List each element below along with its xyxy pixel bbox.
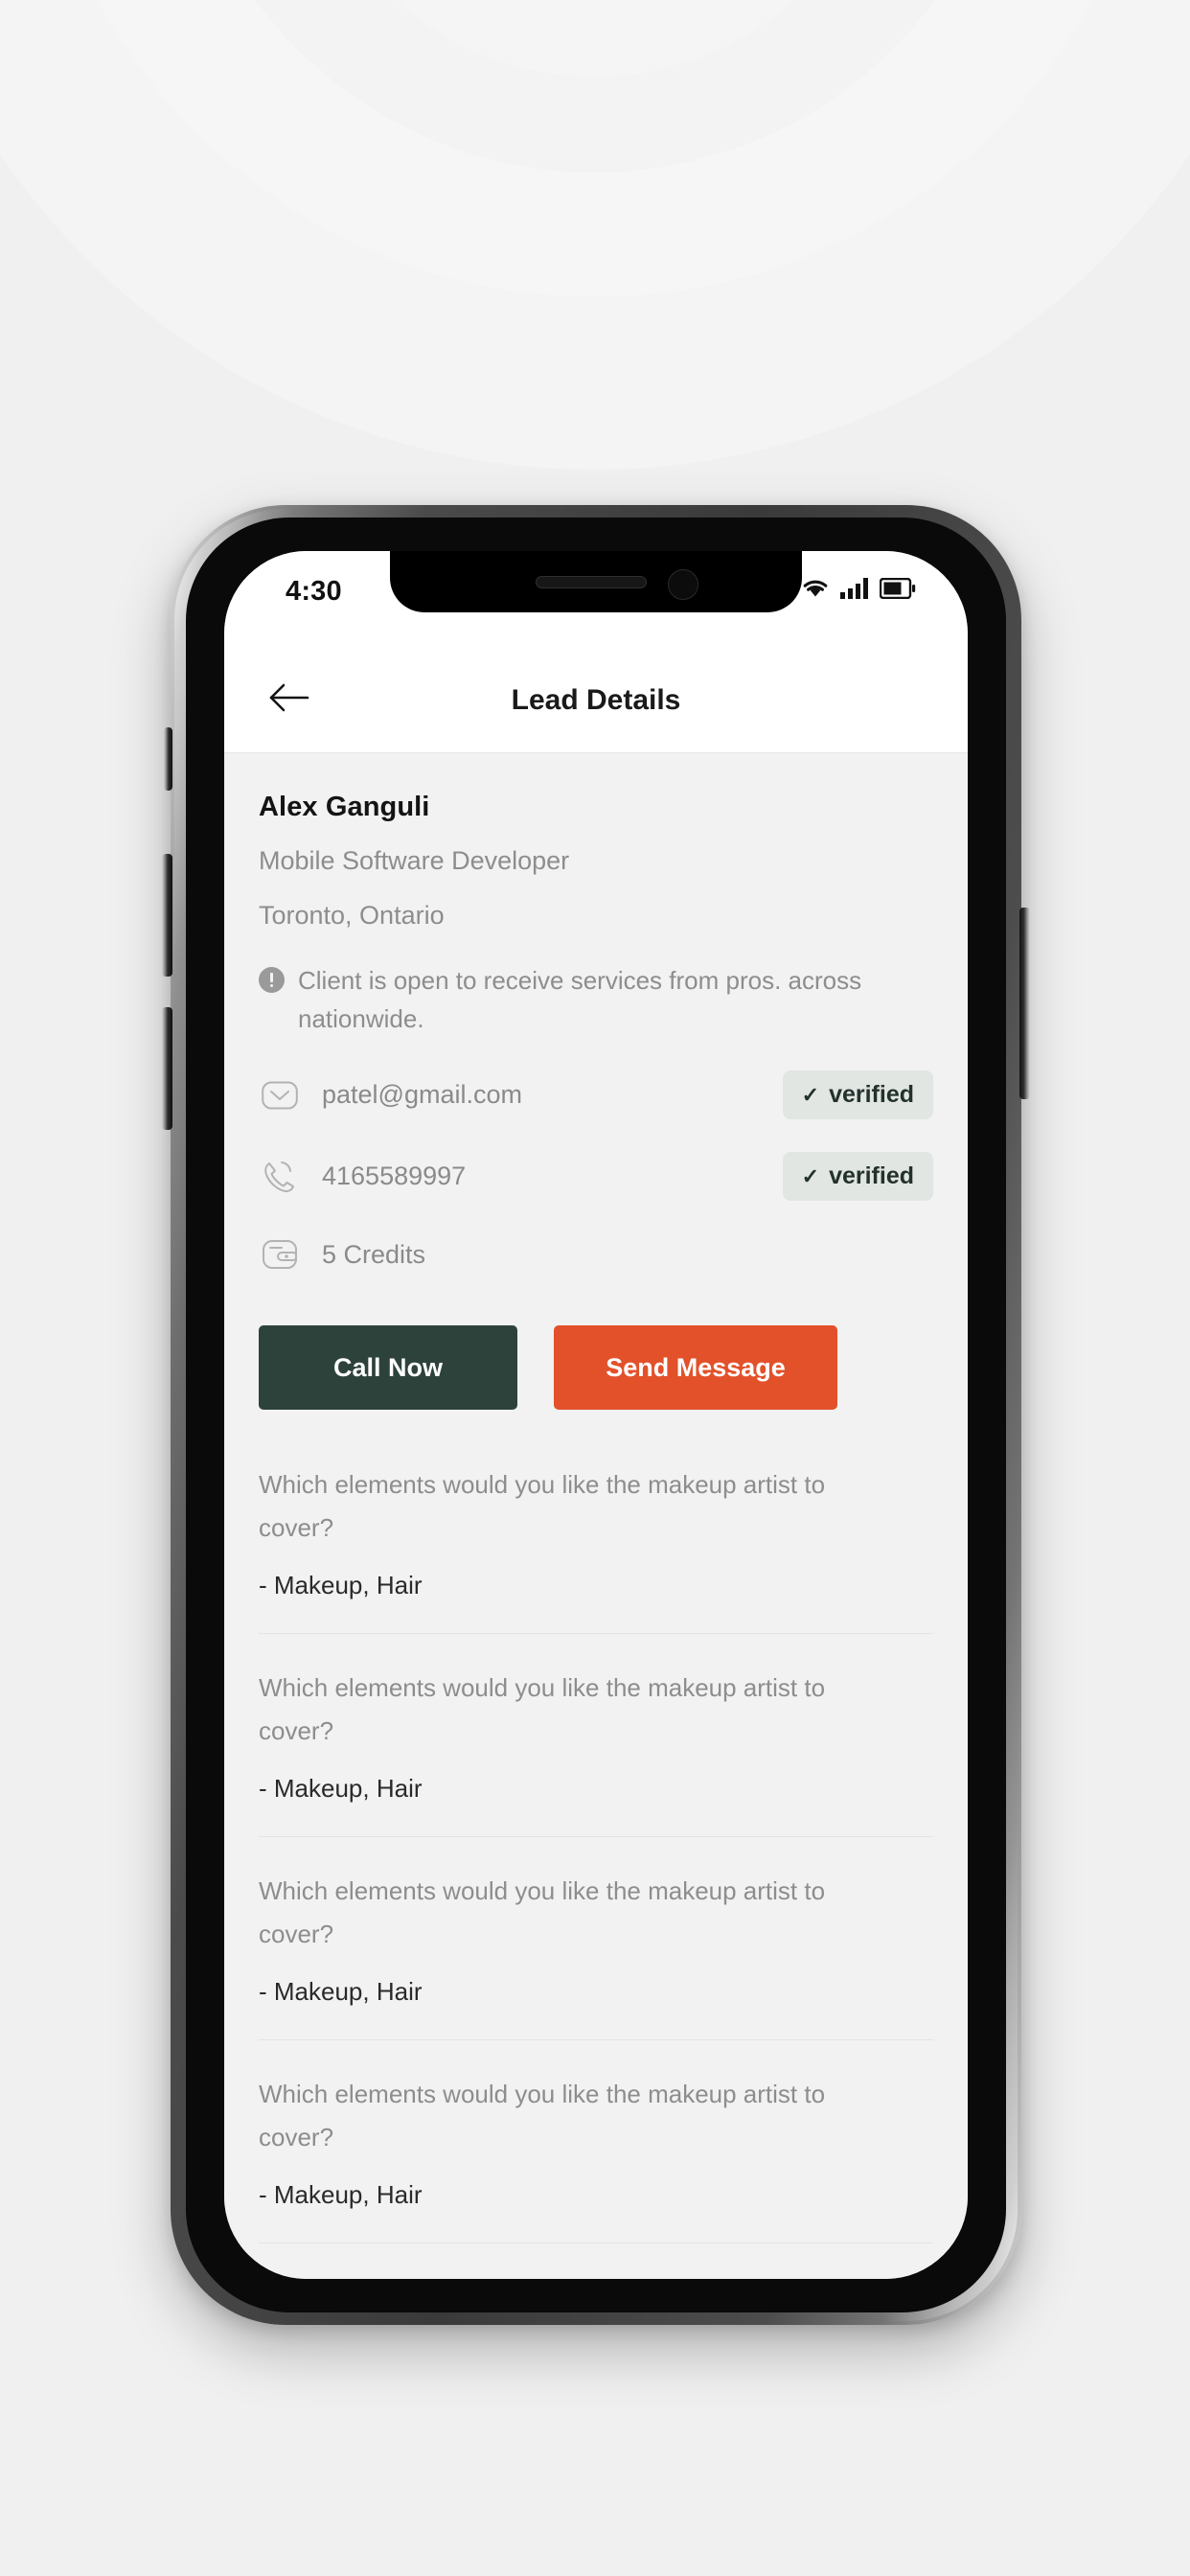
wallet-icon	[259, 1233, 301, 1276]
lead-name: Alex Ganguli	[259, 792, 430, 822]
app-header: Lead Details	[224, 648, 968, 753]
list-item: Which elements would you like the makeup…	[224, 1463, 968, 1634]
phone-screen: 4:30 Lead Details Alex Ganguli Mobile So…	[224, 551, 968, 2279]
status-bar-icons	[801, 577, 916, 605]
envelope-icon	[259, 1074, 301, 1116]
contact-phone-value: 4165589997	[322, 1162, 467, 1190]
list-item: Which elements would you like the makeup…	[224, 1634, 968, 1837]
phone-notch	[390, 551, 802, 612]
answer-text: - Makeup, Hair	[259, 1774, 423, 1803]
contact-email-value: patel@gmail.com	[322, 1080, 522, 1109]
questions-list: Which elements would you like the makeup…	[224, 1410, 968, 2243]
action-buttons: Call Now Send Message	[259, 1276, 933, 1410]
status-bar-time: 4:30	[286, 576, 342, 607]
phone-bezel: 4:30 Lead Details Alex Ganguli Mobile So…	[186, 518, 1006, 2312]
answer-text: - Makeup, Hair	[259, 2180, 423, 2209]
contact-row-phone[interactable]: 4165589997 ✓ verified	[259, 1119, 933, 1201]
question-text: Which elements would you like the makeup…	[259, 1673, 826, 1745]
list-item: Which elements would you like the makeup…	[224, 1837, 968, 2040]
earpiece-speaker	[536, 576, 647, 588]
question-text: Which elements would you like the makeup…	[259, 1470, 826, 1542]
lead-summary-section: Alex Ganguli Mobile Software Developer T…	[224, 753, 968, 1410]
volume-down-button[interactable]	[162, 1007, 172, 1130]
phone-device-mockup: 4:30 Lead Details Alex Ganguli Mobile So…	[162, 505, 1030, 2325]
arrow-left-icon	[268, 681, 310, 719]
back-button[interactable]	[261, 672, 318, 729]
email-verified-label: verified	[829, 1081, 914, 1108]
contact-credits-value: 5 Credits	[322, 1239, 426, 1269]
answer-text: - Makeup, Hair	[259, 1977, 423, 2006]
contact-row-credits: 5 Credits	[259, 1201, 933, 1276]
volume-up-button[interactable]	[162, 854, 172, 977]
lead-role: Mobile Software Developer	[259, 846, 570, 875]
contact-row-email[interactable]: patel@gmail.com ✓ verified	[259, 1038, 933, 1119]
wifi-icon	[801, 577, 830, 605]
check-icon: ✓	[801, 1082, 820, 1107]
email-verified-badge: ✓ verified	[782, 1070, 933, 1119]
call-now-button[interactable]: Call Now	[259, 1325, 517, 1410]
question-text: Which elements would you like the makeup…	[259, 2080, 826, 2151]
send-message-button[interactable]: Send Message	[554, 1325, 837, 1410]
battery-icon	[879, 577, 916, 604]
lead-location: Toronto, Ontario	[259, 901, 445, 930]
lead-details-content[interactable]: Alex Ganguli Mobile Software Developer T…	[224, 753, 968, 2279]
lead-notice: Client is open to receive services from …	[259, 931, 933, 1038]
cellular-signal-icon	[839, 577, 870, 605]
lead-notice-text: Client is open to receive services from …	[298, 966, 862, 1033]
silent-switch-button[interactable]	[164, 727, 172, 791]
question-text: Which elements would you like the makeup…	[259, 1876, 826, 1948]
answer-text: - Makeup, Hair	[259, 1571, 423, 1599]
front-camera	[668, 569, 698, 600]
info-circle-icon	[259, 967, 285, 993]
check-icon: ✓	[801, 1163, 820, 1188]
power-button[interactable]	[1019, 908, 1030, 1099]
phone-icon	[259, 1156, 301, 1198]
phone-verified-label: verified	[829, 1162, 914, 1189]
phone-verified-badge: ✓ verified	[782, 1152, 933, 1201]
list-item: Which elements would you like the makeup…	[224, 2040, 968, 2243]
status-bar: 4:30	[224, 551, 968, 648]
page-title: Lead Details	[511, 683, 681, 716]
